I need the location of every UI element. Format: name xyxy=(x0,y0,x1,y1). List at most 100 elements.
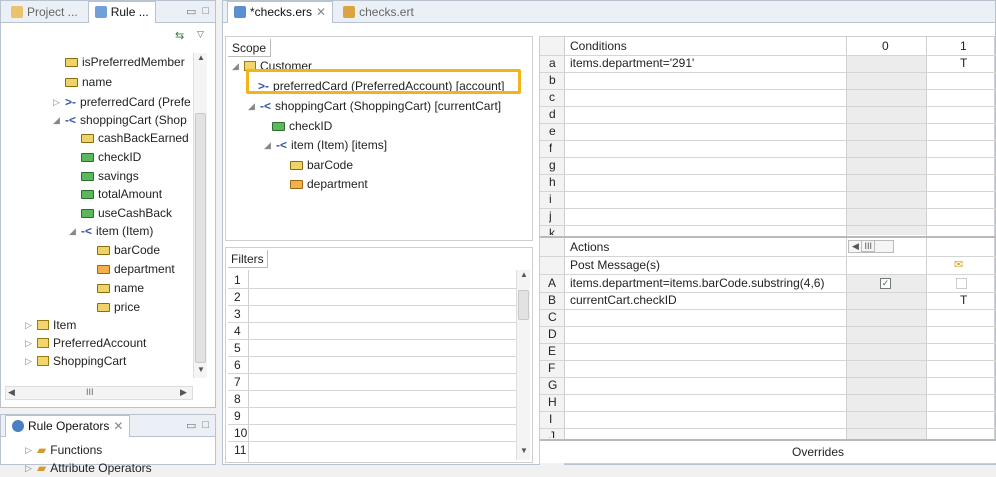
tree-item-attribute-operators[interactable]: ▷ ▰ Attribute Operators xyxy=(25,459,152,477)
tab-project[interactable]: Project ... xyxy=(5,3,84,21)
scope-item-checkid[interactable]: checkID xyxy=(272,117,332,135)
row-line xyxy=(540,174,996,175)
tree-item[interactable]: checkID xyxy=(81,148,141,166)
tree-item[interactable]: department xyxy=(97,260,175,278)
entity-icon xyxy=(37,338,49,348)
filters-divider xyxy=(248,270,249,462)
tree-item[interactable]: isPreferredMember xyxy=(65,53,185,71)
post-message-icon[interactable]: ✉ xyxy=(954,258,963,271)
action-key: H xyxy=(548,395,557,409)
scope-item-shopping-cart[interactable]: ◢ -< shoppingCart (ShoppingCart) [currentC… xyxy=(248,97,501,115)
expand-arrow-icon[interactable]: ▷ xyxy=(53,93,61,111)
tree-item[interactable]: ▷ Item xyxy=(25,316,76,334)
attribute-icon xyxy=(97,302,110,312)
scroll-up-icon[interactable]: ▲ xyxy=(520,270,528,279)
close-icon[interactable]: ✕ xyxy=(316,5,326,19)
scroll-thumb[interactable] xyxy=(195,113,206,363)
overrides-label: Overrides xyxy=(792,445,845,459)
vocabulary-vscrollbar[interactable]: ▲ ▼ xyxy=(193,53,207,378)
tree-item[interactable]: name xyxy=(65,73,112,91)
tree-label: barCode xyxy=(307,158,354,172)
scope-pane: Scope ◢ Customer >- preferredCard (Preferr… xyxy=(225,36,533,241)
filter-row-number: 1 xyxy=(234,273,241,287)
tab-rule-vocabulary[interactable]: Rule ... xyxy=(87,0,156,23)
scroll-left-icon[interactable]: ◀ xyxy=(852,241,859,251)
expand-arrow-icon[interactable]: ▷ xyxy=(25,441,33,459)
actions-hscrollbar[interactable]: ◀ III xyxy=(848,240,894,253)
collapse-arrow-icon[interactable]: ◢ xyxy=(248,97,256,115)
scope-item-department[interactable]: department xyxy=(290,175,368,193)
vocabulary-hscrollbar[interactable]: ◀ III ▶ xyxy=(5,386,193,400)
tab-rule-operators[interactable]: Rule Operators ✕ xyxy=(5,414,131,437)
expand-arrow-icon[interactable]: ▷ xyxy=(25,459,33,477)
scope-item-barcode[interactable]: barCode xyxy=(290,156,353,174)
scroll-down-icon[interactable]: ▼ xyxy=(520,446,528,455)
collapse-arrow-icon[interactable]: ◢ xyxy=(53,111,61,129)
scroll-up-icon[interactable]: ▲ xyxy=(197,53,205,62)
filter-row-line xyxy=(228,441,516,442)
row-line xyxy=(540,360,996,361)
expand-arrow-icon[interactable]: ▷ xyxy=(25,316,33,334)
tree-label: isPreferredMember xyxy=(82,55,185,69)
col-header-0[interactable]: 0 xyxy=(882,38,889,55)
row-line xyxy=(540,411,996,412)
action-expression[interactable]: items.department=items.barCode.substring… xyxy=(570,275,824,292)
tree-item-functions[interactable]: ▷ ▰ Functions xyxy=(25,441,102,459)
tab-checks-ert[interactable]: checks.ert xyxy=(337,3,420,21)
scroll-thumb[interactable] xyxy=(518,290,529,320)
scroll-right-icon[interactable]: ▶ xyxy=(180,387,187,398)
tree-label: PreferredAccount xyxy=(53,336,147,350)
tree-item[interactable]: ◢ -< shoppingCart (Shop xyxy=(53,111,187,129)
tree-item[interactable]: ◢ -< item (Item) xyxy=(69,222,153,240)
filter-row-number: 10 xyxy=(234,426,248,440)
condition-key: h xyxy=(549,175,556,189)
tree-label: item (Item) xyxy=(96,224,154,238)
minimize-icon[interactable]: ▭ xyxy=(186,5,196,18)
vocabulary-window-controls: ▭ □ xyxy=(186,5,215,18)
tree-item[interactable]: ▷ PreferredAccount xyxy=(25,334,146,352)
condition-value[interactable]: T xyxy=(960,55,967,72)
expand-arrow-icon[interactable]: ▷ xyxy=(25,334,33,352)
filters-vscrollbar[interactable]: ▲ ▼ xyxy=(516,270,530,460)
collapse-all-icon[interactable]: ⇆ xyxy=(175,29,184,42)
col-header-1[interactable]: 1 xyxy=(960,38,967,55)
attribute-icon xyxy=(97,245,110,255)
filter-row-number: 2 xyxy=(234,290,241,304)
tree-item[interactable]: ▷ >- preferredCard (Prefe xyxy=(53,93,191,111)
collapse-arrow-icon[interactable]: ◢ xyxy=(232,57,240,75)
filter-row-line xyxy=(228,424,516,425)
actions-header: Actions xyxy=(570,240,610,254)
tree-item[interactable]: price xyxy=(97,298,140,316)
tree-label: ShoppingCart xyxy=(53,354,127,368)
editor-tabbar: *checks.ers ✕ checks.ert xyxy=(223,0,995,23)
action-checkbox-checked[interactable]: ✓ xyxy=(880,278,891,289)
collapse-arrow-icon[interactable]: ◢ xyxy=(264,136,272,154)
maximize-icon[interactable]: □ xyxy=(202,5,209,18)
tree-item[interactable]: barCode xyxy=(97,241,160,259)
condition-expression[interactable]: items.department='291' xyxy=(570,55,694,72)
minimize-icon[interactable]: ▭ xyxy=(186,419,196,432)
tab-checks-ers[interactable]: *checks.ers ✕ xyxy=(227,0,334,23)
collapse-arrow-icon[interactable]: ◢ xyxy=(69,222,77,240)
scroll-left-icon[interactable]: ◀ xyxy=(8,387,15,398)
tab-project-label: Project ... xyxy=(27,4,78,19)
expand-arrow-icon[interactable]: ▷ xyxy=(25,352,33,370)
action-value[interactable]: T xyxy=(960,292,967,309)
post-message-label: Post Message(s) xyxy=(570,258,661,272)
tree-item[interactable]: name xyxy=(97,279,144,297)
tree-item[interactable]: totalAmount xyxy=(81,185,162,203)
tree-item[interactable]: savings xyxy=(81,167,139,185)
action-checkbox-empty[interactable] xyxy=(956,278,967,289)
action-key: I xyxy=(549,412,553,426)
tree-item[interactable]: ▷ ShoppingCart xyxy=(25,352,126,370)
scope-header: Scope xyxy=(228,39,272,57)
close-icon[interactable]: ✕ xyxy=(113,419,123,433)
scroll-down-icon[interactable]: ▼ xyxy=(197,365,205,374)
scope-item-items[interactable]: ◢ -< item (Item) [items] xyxy=(264,136,387,154)
selection-highlight xyxy=(246,69,521,94)
view-menu-icon[interactable]: ▽ xyxy=(197,29,204,40)
action-expression[interactable]: currentCart.checkID xyxy=(570,292,677,309)
maximize-icon[interactable]: □ xyxy=(202,419,209,432)
tree-item[interactable]: useCashBack xyxy=(81,204,172,222)
tree-item[interactable]: cashBackEarned xyxy=(81,129,189,147)
